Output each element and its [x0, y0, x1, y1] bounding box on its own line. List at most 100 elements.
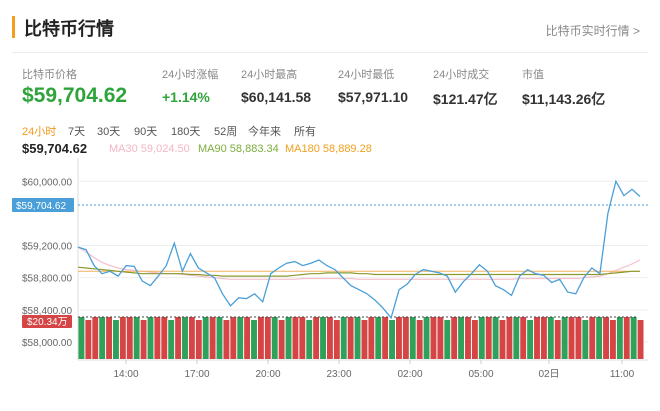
volume-bar: [230, 317, 237, 359]
stat-low: 24小时最低 $57,971.10: [338, 66, 408, 105]
volume-bar: [471, 320, 478, 359]
volume-bar: [513, 317, 520, 359]
page-title: 比特币行情: [24, 19, 114, 39]
tab-30d[interactable]: 30天: [97, 123, 120, 139]
volume-bar: [140, 320, 147, 359]
volume-bar: [168, 320, 175, 359]
volume-bar: [251, 320, 257, 359]
y-tick-label: $60,000.00: [22, 177, 72, 188]
title-accent-bar: [12, 16, 15, 38]
volume-bar: [223, 320, 230, 359]
price-chart[interactable]: $60,000.00 $59,200.00 $58,800.00 $58,400.00…: [0, 158, 660, 411]
volume-bar: [554, 320, 561, 359]
volume-bar: [437, 317, 444, 359]
tab-24h[interactable]: 24小时: [22, 123, 56, 139]
y-tick-label: $58,800.00: [22, 274, 72, 285]
volume-bar: [368, 317, 375, 359]
realtime-quotes-link[interactable]: 比特币实时行情 >: [546, 22, 640, 39]
volume-bar: [478, 317, 485, 359]
x-tick-label: 11:00: [610, 369, 635, 380]
volume-bar: [216, 317, 223, 359]
volume-bar: [458, 317, 465, 359]
volume-bar: [527, 320, 534, 359]
volume-bar: [340, 317, 347, 359]
x-tick-label: 02日: [538, 369, 559, 380]
volume-bar: [361, 320, 368, 359]
volume-bar: [492, 317, 499, 359]
tab-all[interactable]: 所有: [294, 123, 316, 139]
volume-bar: [292, 317, 299, 359]
volume-label: $20.34万: [27, 317, 68, 328]
panel-header: 比特币行情 比特币实时行情 >: [0, 0, 660, 55]
volume-bar: [637, 320, 644, 359]
volume-bar: [603, 317, 609, 359]
volume-bar: [209, 317, 216, 359]
volume-bar: [596, 317, 603, 359]
stat-label: 24小时成交: [433, 69, 490, 81]
x-tick-label: 02:00: [397, 369, 422, 380]
tab-ytd[interactable]: 今年来: [248, 123, 281, 139]
stat-value: $60,141.58: [241, 89, 312, 105]
stats-row: 比特币价格 $59,704.62 24小时涨幅 +1.14% 24小时最高 $6…: [0, 66, 660, 116]
stat-high: 24小时最高 $60,141.58: [241, 66, 311, 105]
volume-bar: [609, 320, 616, 359]
volume-bar: [430, 317, 437, 359]
stat-value: $11,143.26亿: [522, 91, 606, 107]
stat-price: 比特币价格 $59,704.62: [22, 66, 127, 108]
price-line: [77, 179, 641, 320]
volume-bar: [347, 317, 354, 359]
volume-bar: [320, 317, 326, 359]
volume-bar: [499, 320, 506, 359]
volume-bar: [582, 320, 589, 359]
current-price-tag-label: $59,704.62: [16, 201, 66, 212]
volume-bar: [354, 317, 361, 359]
volume-bar: [444, 320, 451, 359]
volume-bar: [182, 317, 188, 359]
y-tick-label: $59,200.00: [22, 242, 72, 253]
x-tick-label: 20:00: [255, 369, 280, 380]
stat-volume: 24小时成交 $121.47亿: [433, 66, 498, 109]
volume-bar: [465, 317, 471, 359]
ma30-label: MA30 59,024.50: [109, 143, 190, 155]
volume-bar: [188, 317, 195, 359]
volume-bar: [534, 317, 540, 359]
volume-bar: [416, 320, 423, 359]
volume-bar: [271, 317, 278, 359]
stat-label: 24小时最低: [338, 69, 395, 81]
volume-bar: [119, 317, 126, 359]
volume-bar: [285, 317, 292, 359]
volume-bar: [423, 317, 430, 359]
stat-label: 24小时涨幅: [162, 69, 219, 81]
current-price: $59,704.62: [22, 141, 88, 156]
stat-value: $59,704.62: [22, 84, 128, 107]
stat-market-cap: 市值 $11,143.26亿: [522, 66, 605, 109]
volume-bar: [92, 317, 99, 359]
stat-value: $57,971.10: [338, 89, 409, 105]
volume-bar: [451, 317, 458, 359]
stat-label: 比特币价格: [22, 69, 77, 81]
header-divider: [12, 52, 648, 53]
volume-bar: [409, 317, 416, 359]
volume-bar: [616, 317, 623, 359]
volume-bar: [175, 317, 182, 359]
volume-bar: [623, 317, 630, 359]
volume-bar: [113, 320, 119, 359]
stat-label: 24小时最高: [241, 69, 298, 81]
volume-bar: [382, 317, 389, 359]
stat-change: 24小时涨幅 +1.14%: [162, 66, 218, 105]
stat-value: +1.14%: [162, 89, 210, 105]
x-tick-label: 17:00: [184, 369, 209, 380]
stat-label: 市值: [522, 69, 544, 81]
tab-180d[interactable]: 180天: [171, 123, 200, 139]
volume-bar: [278, 320, 285, 359]
tab-7d[interactable]: 7天: [68, 123, 85, 139]
tab-52w[interactable]: 52周: [214, 123, 237, 139]
volume-bar: [306, 320, 313, 359]
volume-bar: [389, 320, 396, 359]
volume-bar: [244, 317, 251, 359]
volume-bar: [99, 317, 106, 359]
volume-bar: [313, 317, 320, 359]
volume-bar: [85, 320, 92, 359]
tab-90d[interactable]: 90天: [134, 123, 157, 139]
volume-bar: [568, 317, 575, 359]
